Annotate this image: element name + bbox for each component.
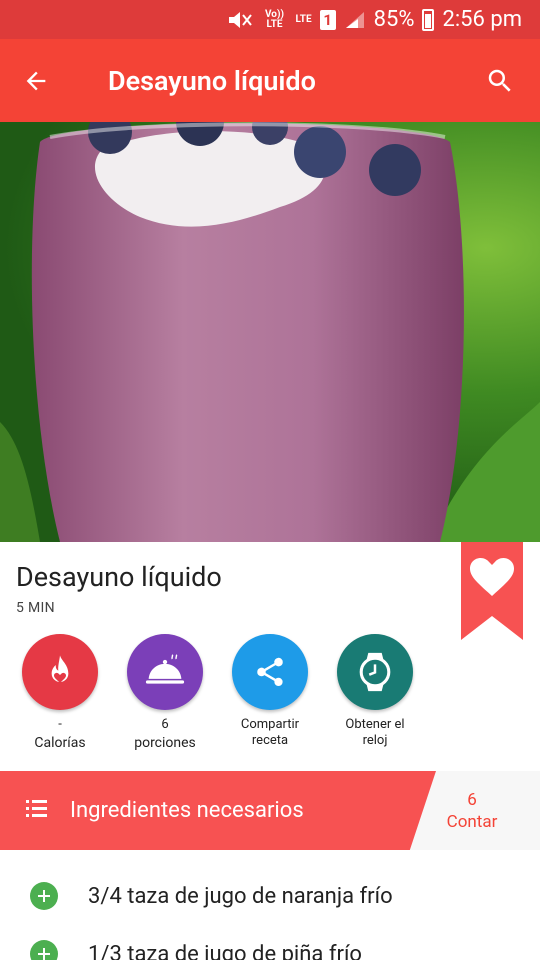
lte-indicator: LTE <box>295 13 312 25</box>
recipe-actions: - Calorías 6 porciones Compartir receta … <box>0 634 540 754</box>
share-recipe-button[interactable]: Compartir receta <box>215 634 325 750</box>
add-ingredient-button[interactable] <box>30 940 58 960</box>
cloche-icon <box>145 654 185 684</box>
mute-icon <box>226 9 254 31</box>
flame-icon <box>51 655 69 683</box>
ingredients-header: Ingredientes necesarios 6 Contar <box>0 771 540 850</box>
plus-icon <box>38 948 50 960</box>
calories-button[interactable]: - Calorías <box>5 634 115 752</box>
share-recipe-label-2: receta <box>251 733 289 748</box>
servings-circle <box>127 634 203 710</box>
status-bar: Vo)) LTE LTE 1 85% 2:56 pm <box>0 0 540 39</box>
page-title: Desayuno líquido <box>108 64 316 97</box>
battery-icon <box>422 8 435 31</box>
watch-icon <box>359 652 391 692</box>
favorite-button[interactable] <box>461 542 523 640</box>
arrow-back-icon <box>26 71 46 90</box>
ingredients-count-value: 6 <box>467 790 477 810</box>
recipe-time: 5 MIN <box>16 600 55 616</box>
app-bar: Desayuno líquido <box>0 39 540 122</box>
watch-circle <box>337 634 413 710</box>
ingredient-text: 1/3 taza de jugo de piña frío <box>88 941 362 960</box>
recipe-title: Desayuno líquido <box>16 561 222 593</box>
list-item: 1/3 taza de jugo de piña frío <box>0 926 540 960</box>
servings-button[interactable]: 6 porciones <box>110 634 220 752</box>
back-button[interactable] <box>0 39 72 122</box>
servings-value: 6 <box>161 717 169 732</box>
search-icon <box>488 69 511 92</box>
add-ingredient-button[interactable] <box>30 882 58 910</box>
search-button[interactable] <box>460 39 540 122</box>
plus-icon <box>38 890 50 902</box>
ingredient-text: 3/4 taza de jugo de naranja frío <box>88 883 393 909</box>
ingredients-title: Ingredientes necesarios <box>70 798 304 823</box>
list-icon <box>26 800 47 817</box>
volte-indicator: Vo)) LTE <box>265 8 284 30</box>
share-icon <box>257 657 283 687</box>
get-watch-label-2: reloj <box>362 733 388 748</box>
share-circle <box>232 634 308 710</box>
calories-circle <box>22 634 98 710</box>
list-item: 3/4 taza de jugo de naranja frío <box>0 868 540 924</box>
calories-value: - <box>58 717 62 732</box>
ingredients-count[interactable]: 6 Contar <box>420 789 524 833</box>
signal-icon <box>344 10 366 30</box>
servings-label: porciones <box>134 735 196 751</box>
recipe-image <box>0 122 540 542</box>
sim-icon: 1 <box>319 9 336 30</box>
ingredients-count-label: Contar <box>446 812 498 832</box>
clock: 2:56 pm <box>442 7 522 32</box>
get-watch-button[interactable]: Obtener el reloj <box>320 634 430 750</box>
calories-label: Calorías <box>34 735 86 751</box>
battery-percentage: 85% <box>373 7 415 32</box>
